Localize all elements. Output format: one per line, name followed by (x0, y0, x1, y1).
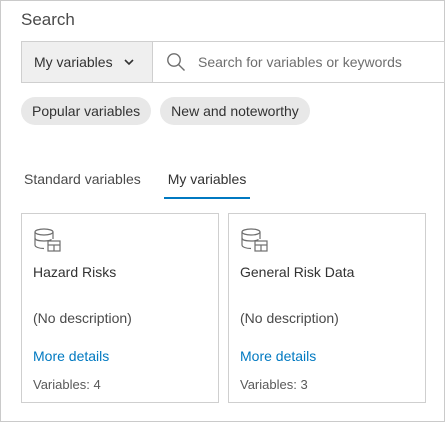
more-details-link[interactable]: More details (240, 348, 316, 364)
variables-count: Variables: 4 (33, 377, 101, 392)
chip-popular-variables[interactable]: Popular variables (21, 97, 152, 125)
card-hazard-risks[interactable]: Hazard Risks (No description) More detai… (21, 213, 219, 403)
chevron-down-icon (124, 58, 134, 66)
card-title: General Risk Data (240, 264, 355, 280)
card-general-risk-data[interactable]: General Risk Data (No description) More … (228, 213, 426, 403)
search-icon (166, 52, 186, 72)
card-description: (No description) (33, 310, 132, 326)
scope-dropdown[interactable]: My variables (22, 42, 153, 82)
tab-my-variables[interactable]: My variables (163, 171, 251, 199)
database-icon (33, 228, 63, 259)
variables-count: Variables: 3 (240, 377, 308, 392)
card-description: (No description) (240, 310, 339, 326)
search-bar: My variables (21, 41, 445, 83)
search-panel: Search My variables Popular variables Ne… (0, 0, 445, 422)
card-title: Hazard Risks (33, 264, 117, 280)
chip-new-and-noteworthy[interactable]: New and noteworthy (160, 97, 310, 125)
search-input[interactable] (196, 42, 444, 82)
panel-title: Search (21, 10, 75, 29)
suggestion-chips: Popular variables New and noteworthy (21, 97, 310, 125)
more-details-link[interactable]: More details (33, 348, 109, 364)
variable-tabs: Standard variables My variables (24, 171, 251, 199)
scope-dropdown-label: My variables (34, 54, 113, 70)
variable-cards: Hazard Risks (No description) More detai… (21, 213, 426, 403)
database-icon (240, 228, 270, 259)
tab-standard-variables[interactable]: Standard variables (24, 171, 141, 197)
